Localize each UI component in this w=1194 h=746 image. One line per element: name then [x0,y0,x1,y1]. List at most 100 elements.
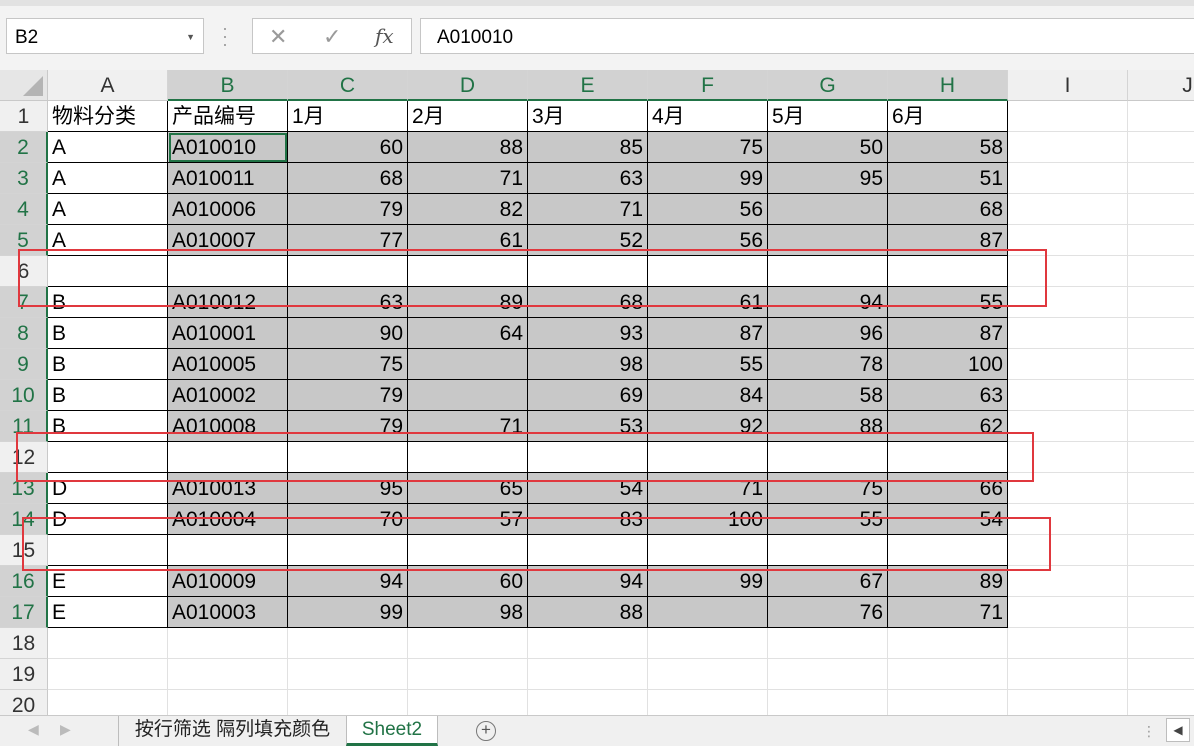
cell-f1[interactable]: 4月 [648,101,768,132]
cell-g16[interactable]: 67 [768,566,888,597]
cell-a17[interactable]: E [48,597,168,628]
cell-c7[interactable]: 63 [288,287,408,318]
cell-c10[interactable]: 79 [288,380,408,411]
cell-j18[interactable] [1128,628,1194,659]
cell-a6[interactable] [48,256,168,287]
insert-function-icon[interactable]: fx [375,24,394,48]
cell-a3[interactable]: A [48,163,168,194]
column-header-f[interactable]: F [648,70,768,101]
row-header-15[interactable]: 15 [0,535,48,566]
cell-b10[interactable]: A010002 [168,380,288,411]
cell-g6[interactable] [768,256,888,287]
cell-e16[interactable]: 94 [528,566,648,597]
cell-e8[interactable]: 93 [528,318,648,349]
cell-c2[interactable]: 60 [288,132,408,163]
cell-g18[interactable] [768,628,888,659]
cell-j11[interactable] [1128,411,1194,442]
cell-j15[interactable] [1128,535,1194,566]
cell-b2[interactable]: A010010 [168,132,288,163]
row-header-3[interactable]: 3 [0,163,48,194]
enter-icon[interactable]: ✓ [323,24,341,50]
cell-g3[interactable]: 95 [768,163,888,194]
row-header-14[interactable]: 14 [0,504,48,535]
cell-f12[interactable] [648,442,768,473]
cell-e12[interactable] [528,442,648,473]
cell-d9[interactable] [408,349,528,380]
cell-b13[interactable]: A010013 [168,473,288,504]
cell-j9[interactable] [1128,349,1194,380]
select-all-corner[interactable] [0,70,48,101]
sheet-tab-sheet2[interactable]: Sheet2 [346,716,438,746]
cell-h11[interactable]: 62 [888,411,1008,442]
cell-g1[interactable]: 5月 [768,101,888,132]
cell-j3[interactable] [1128,163,1194,194]
cell-f2[interactable]: 75 [648,132,768,163]
cell-e17[interactable]: 88 [528,597,648,628]
row-header-16[interactable]: 16 [0,566,48,597]
cell-h9[interactable]: 100 [888,349,1008,380]
cell-b4[interactable]: A010006 [168,194,288,225]
cell-d12[interactable] [408,442,528,473]
cell-b16[interactable]: A010009 [168,566,288,597]
cell-c13[interactable]: 95 [288,473,408,504]
cell-j10[interactable] [1128,380,1194,411]
cell-g8[interactable]: 96 [768,318,888,349]
cell-h19[interactable] [888,659,1008,690]
cell-h14[interactable]: 54 [888,504,1008,535]
cell-e14[interactable]: 83 [528,504,648,535]
cell-d4[interactable]: 82 [408,194,528,225]
cell-c9[interactable]: 75 [288,349,408,380]
cell-f14[interactable]: 100 [648,504,768,535]
cell-d5[interactable]: 61 [408,225,528,256]
cell-g5[interactable] [768,225,888,256]
cell-b12[interactable] [168,442,288,473]
cell-f6[interactable] [648,256,768,287]
cell-d3[interactable]: 71 [408,163,528,194]
cell-d2[interactable]: 88 [408,132,528,163]
cell-e4[interactable]: 71 [528,194,648,225]
cell-a10[interactable]: B [48,380,168,411]
cell-e9[interactable]: 98 [528,349,648,380]
cell-f5[interactable]: 56 [648,225,768,256]
cell-g13[interactable]: 75 [768,473,888,504]
cell-e6[interactable] [528,256,648,287]
cell-b11[interactable]: A010008 [168,411,288,442]
cell-c14[interactable]: 70 [288,504,408,535]
cell-d1[interactable]: 2月 [408,101,528,132]
column-header-j[interactable]: J [1128,70,1194,101]
cell-g17[interactable]: 76 [768,597,888,628]
cell-b5[interactable]: A010007 [168,225,288,256]
cell-g19[interactable] [768,659,888,690]
cell-c3[interactable]: 68 [288,163,408,194]
cell-h12[interactable] [888,442,1008,473]
column-header-e[interactable]: E [528,70,648,101]
cell-h16[interactable]: 89 [888,566,1008,597]
sheet-tab-filter[interactable]: 按行筛选 隔列填充颜色 [118,716,346,746]
cell-a18[interactable] [48,628,168,659]
cell-a11[interactable]: B [48,411,168,442]
cell-j1[interactable] [1128,101,1194,132]
cell-i7[interactable] [1008,287,1128,318]
cell-a14[interactable]: D [48,504,168,535]
cell-f17[interactable] [648,597,768,628]
cell-b7[interactable]: A010012 [168,287,288,318]
cell-c1[interactable]: 1月 [288,101,408,132]
cell-e1[interactable]: 3月 [528,101,648,132]
column-header-i[interactable]: I [1008,70,1128,101]
cell-g11[interactable]: 88 [768,411,888,442]
column-header-g[interactable]: G [768,70,888,101]
cell-d10[interactable] [408,380,528,411]
scroll-left-icon[interactable]: ◀ [1166,718,1190,742]
cell-i15[interactable] [1008,535,1128,566]
cell-d7[interactable]: 89 [408,287,528,318]
cell-c11[interactable]: 79 [288,411,408,442]
cell-h3[interactable]: 51 [888,163,1008,194]
cell-a15[interactable] [48,535,168,566]
cell-c17[interactable]: 99 [288,597,408,628]
cell-a8[interactable]: B [48,318,168,349]
cell-b18[interactable] [168,628,288,659]
cell-h7[interactable]: 55 [888,287,1008,318]
cell-g4[interactable] [768,194,888,225]
cell-a13[interactable]: D [48,473,168,504]
cell-c12[interactable] [288,442,408,473]
